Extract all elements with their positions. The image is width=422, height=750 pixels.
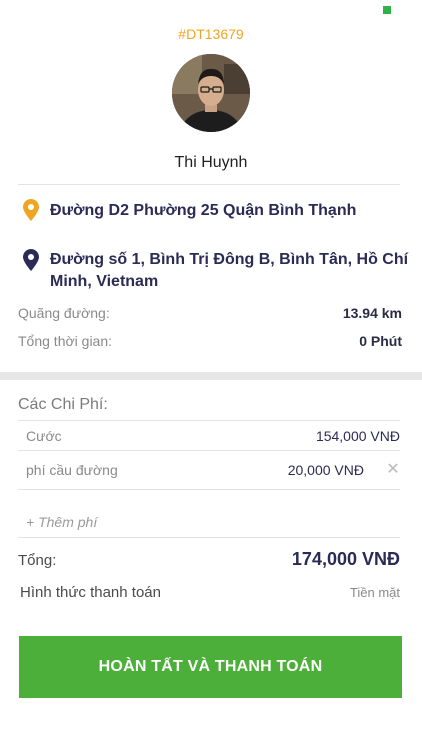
- close-icon[interactable]: ✕: [386, 462, 400, 478]
- payment-method-value[interactable]: Tiền mặt: [350, 585, 400, 600]
- section-separator: [0, 372, 422, 380]
- order-id: #DT13679: [178, 26, 244, 42]
- add-fee-input[interactable]: + Thêm phí: [26, 514, 97, 530]
- cost-item-value[interactable]: 20,000 VNĐ: [288, 462, 364, 478]
- finish-and-pay-button[interactable]: HOÀN TẤT VÀ THANH TOÁN: [19, 636, 402, 698]
- driver-avatar: [172, 54, 250, 132]
- divider: [18, 450, 400, 451]
- duration-value: 0 Phút: [359, 333, 402, 349]
- divider: [18, 537, 400, 538]
- avatar-photo: [172, 54, 250, 132]
- divider: [18, 489, 400, 490]
- distance-label: Quãng đường:: [18, 305, 110, 321]
- payment-method-label: Hình thức thanh toán: [20, 584, 161, 601]
- pickup-address: Đường D2 Phường 25 Quận Bình Thạnh: [50, 202, 357, 219]
- dropoff-address: Đường số 1, Bình Trị Đông B, Bình Tân, H…: [50, 251, 409, 290]
- driver-name: Thi Huynh: [174, 154, 248, 171]
- map-pin-navy-icon: [23, 249, 39, 276]
- total-label: Tổng:: [18, 552, 57, 569]
- map-pin-orange-icon: [23, 199, 39, 226]
- duration-label: Tổng thời gian:: [18, 333, 113, 349]
- distance-value: 13.94 km: [342, 305, 402, 321]
- total-value: 174,000 VNĐ: [291, 549, 400, 569]
- costs-title: Các Chi Phí:: [18, 396, 108, 413]
- cost-item-label[interactable]: phí cầu đường: [26, 462, 118, 478]
- divider: [18, 184, 400, 185]
- cost-item-label: Cước: [26, 428, 62, 444]
- cost-item-value: 154,000 VNĐ: [315, 428, 400, 444]
- divider: [18, 420, 400, 421]
- status-indicator: [383, 6, 391, 14]
